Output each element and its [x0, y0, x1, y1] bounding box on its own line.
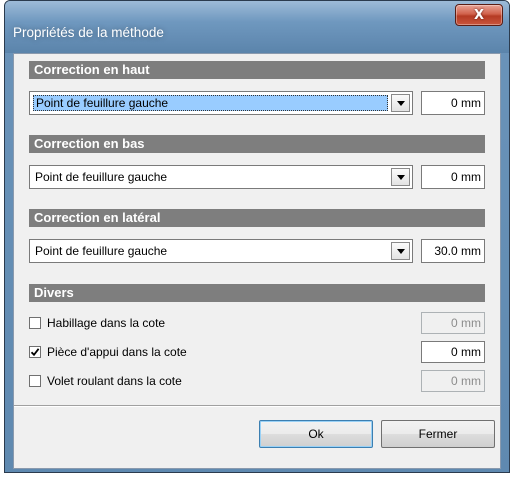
fermer-button[interactable]: Fermer	[381, 420, 495, 448]
habillage-checkbox-row[interactable]: Habillage dans la cote	[29, 314, 165, 332]
correction-haut-mm-input[interactable]: 0 mm	[421, 91, 485, 115]
dropdown-arrow-button[interactable]	[391, 168, 410, 186]
chevron-down-icon	[396, 174, 405, 180]
combo-value: Point de feuillure gauche	[35, 244, 168, 258]
habillage-checkbox[interactable]	[29, 317, 41, 329]
combo-value: Point de feuillure gauche	[35, 170, 168, 184]
habillage-mm-input: 0 mm	[421, 312, 485, 334]
correction-bas-combo[interactable]: Point de feuillure gauche	[29, 165, 413, 189]
volet-roulant-label: Volet roulant dans la cote	[47, 374, 182, 388]
correction-lateral-combo[interactable]: Point de feuillure gauche	[29, 239, 413, 263]
volet-roulant-checkbox-row[interactable]: Volet roulant dans la cote	[29, 372, 182, 390]
correction-haut-combo[interactable]: Point de feuillure gauche	[29, 91, 413, 115]
chevron-down-icon	[396, 248, 405, 254]
piece-appui-mm-input[interactable]: 0 mm	[421, 341, 485, 363]
section-header-haut: Correction en haut	[29, 61, 485, 79]
correction-bas-mm-input[interactable]: 0 mm	[421, 165, 485, 189]
dropdown-arrow-button[interactable]	[391, 242, 410, 260]
volet-roulant-mm-input: 0 mm	[421, 370, 485, 392]
piece-appui-label: Pièce d'appui dans la cote	[47, 345, 187, 359]
piece-appui-checkbox-row[interactable]: Pièce d'appui dans la cote	[29, 343, 187, 361]
volet-roulant-checkbox[interactable]	[29, 375, 41, 387]
close-button[interactable]: X	[455, 4, 503, 26]
ok-button[interactable]: Ok	[259, 420, 373, 448]
chevron-down-icon	[396, 100, 405, 106]
close-icon: X	[473, 7, 485, 23]
title-bar[interactable]: Propriétés de la méthode X	[5, 1, 509, 53]
combo-value: Point de feuillure gauche	[33, 95, 388, 111]
section-header-bas: Correction en bas	[29, 135, 485, 153]
section-header-divers: Divers	[29, 284, 485, 302]
habillage-label: Habillage dans la cote	[47, 316, 166, 330]
dropdown-arrow-button[interactable]	[391, 94, 410, 112]
correction-lateral-mm-input[interactable]: 30.0 mm	[421, 239, 485, 263]
window-title: Propriétés de la méthode	[13, 25, 164, 40]
dialog-client-area: Correction en haut Point de feuillure ga…	[13, 53, 501, 469]
checkmark-icon	[30, 348, 40, 357]
dialog-window: Propriétés de la méthode X Correction en…	[4, 0, 510, 473]
section-header-lateral: Correction en latéral	[29, 209, 485, 227]
piece-appui-checkbox[interactable]	[29, 346, 41, 358]
footer-separator	[14, 405, 500, 407]
